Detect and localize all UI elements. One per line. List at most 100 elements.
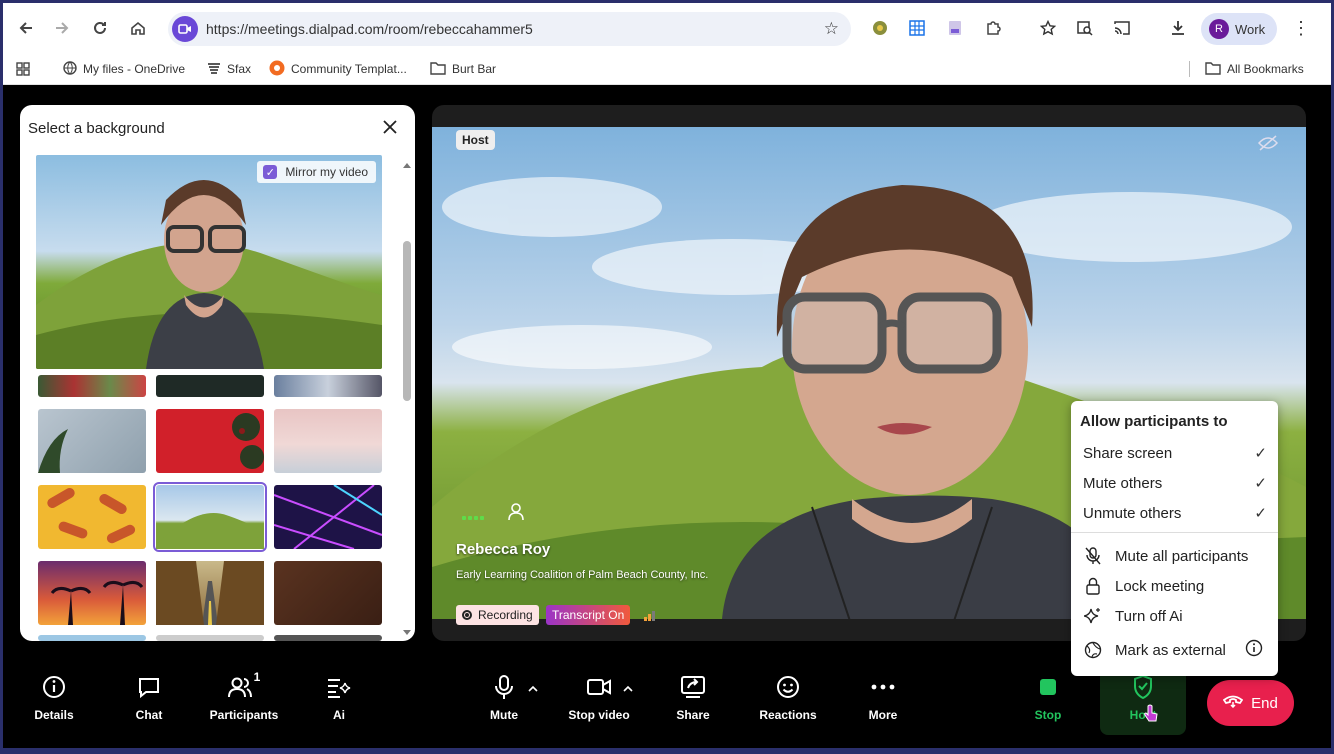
background-thumbnail[interactable] (38, 635, 146, 641)
participants-count: 1 (253, 670, 261, 684)
participants-label: Participants (209, 708, 279, 722)
mute-all-participants[interactable]: Mute all participants (1083, 543, 1269, 569)
end-call-button[interactable]: End (1207, 680, 1294, 726)
grid-extension-icon[interactable] (906, 17, 928, 39)
more-button[interactable]: More (843, 672, 923, 732)
panel-scrollbar[interactable] (403, 161, 411, 637)
details-button[interactable]: Details (14, 672, 94, 732)
background-thumbnail[interactable] (156, 375, 264, 397)
bookmark-sfax[interactable]: Sfax (207, 59, 251, 79)
bookmark-star-icon[interactable]: ☆ (824, 19, 839, 39)
mirror-label: Mirror my video (285, 165, 368, 179)
mark-as-external[interactable]: Mark as external (1083, 637, 1269, 663)
info-icon[interactable] (1245, 639, 1263, 661)
background-thumbnail[interactable] (273, 484, 383, 550)
forward-icon[interactable] (45, 11, 79, 45)
address-bar[interactable]: https://meetings.dialpad.com/room/rebecc… (168, 12, 851, 46)
close-icon[interactable] (383, 117, 397, 140)
puzzle-extensions-icon[interactable] (982, 17, 1004, 39)
folder-icon (430, 61, 446, 78)
checkbox-checked-icon: ✓ (263, 165, 278, 179)
hide-self-view-icon[interactable] (1257, 135, 1279, 156)
bookmark-community[interactable]: Community Templat... (269, 59, 407, 79)
back-icon[interactable] (9, 11, 43, 45)
extension-icon[interactable] (869, 17, 891, 39)
globe-icon (1083, 641, 1103, 659)
folder-icon (1205, 61, 1221, 78)
search-tab-icon[interactable] (1074, 17, 1096, 39)
background-thumbnail[interactable] (38, 375, 146, 397)
bookmarks-divider (1189, 61, 1190, 77)
info-icon (42, 672, 66, 702)
menu-item-label: Mark as external (1115, 641, 1226, 659)
meeting-area: Select a background ✓ Mirror my video Ho… (3, 87, 1331, 748)
bookmark-burt-bar[interactable]: Burt Bar (430, 59, 496, 79)
details-label: Details (34, 708, 74, 722)
background-panel-title: Select a background (28, 120, 165, 137)
scrollbar-thumb[interactable] (403, 241, 411, 401)
allow-unmute-others[interactable]: Unmute others ✓ (1083, 500, 1269, 526)
chevron-up-icon[interactable] (528, 684, 538, 696)
checkmark-icon: ✓ (1254, 505, 1267, 522)
turn-off-ai[interactable]: Turn off Ai (1083, 603, 1269, 629)
background-thumbnail[interactable] (274, 635, 382, 641)
stop-label: Stop (1034, 708, 1062, 722)
background-thumbnail[interactable] (274, 409, 382, 473)
background-thumbnail-selected[interactable] (153, 482, 267, 552)
background-thumbnail[interactable] (156, 409, 264, 473)
chat-button[interactable]: Chat (109, 672, 189, 732)
allow-mute-others[interactable]: Mute others ✓ (1083, 470, 1269, 496)
bookmark-label: Burt Bar (452, 62, 497, 76)
meeting-toolbar: Details Chat 1 Participants Ai Mute Stop… (3, 664, 1331, 748)
menu-divider (1071, 532, 1278, 533)
recording-badge: Recording (456, 605, 539, 625)
all-bookmarks-label: All Bookmarks (1227, 62, 1304, 76)
profile-avatar: R (1209, 19, 1229, 39)
apps-grid-icon[interactable] (15, 59, 31, 79)
participant-organization: Early Learning Coalition of Palm Beach C… (456, 569, 709, 581)
checkmark-icon: ✓ (1254, 445, 1267, 462)
chat-label: Chat (135, 708, 163, 722)
share-label: Share (676, 708, 710, 722)
background-thumbnail[interactable] (274, 561, 382, 625)
home-icon[interactable] (121, 11, 155, 45)
shield-check-icon (1132, 672, 1154, 702)
background-thumbnail[interactable] (38, 561, 146, 625)
community-icon (269, 60, 285, 79)
background-thumbnail[interactable] (156, 561, 264, 625)
mute-button[interactable]: Mute (464, 672, 544, 732)
ai-label: Ai (333, 708, 345, 722)
all-bookmarks[interactable]: All Bookmarks (1205, 59, 1304, 79)
host-badge: Host (456, 130, 495, 150)
share-button[interactable]: Share (653, 672, 733, 732)
background-thumbnail[interactable] (38, 409, 146, 473)
document-extension-icon[interactable] (944, 17, 966, 39)
download-icon[interactable] (1167, 17, 1189, 39)
mirror-video-checkbox[interactable]: ✓ Mirror my video (257, 161, 376, 183)
participants-icon: 1 (227, 670, 261, 702)
reload-icon[interactable] (83, 11, 117, 45)
stop-recording-button[interactable]: Stop (1008, 672, 1088, 732)
reactions-button[interactable]: Reactions (748, 672, 828, 732)
participants-button[interactable]: 1 Participants (204, 670, 284, 732)
lock-meeting[interactable]: Lock meeting (1083, 573, 1269, 599)
bookmark-onedrive[interactable]: My files - OneDrive (63, 59, 185, 79)
host-controls-inner: Host (1103, 672, 1183, 732)
menu-title: Allow participants to (1080, 413, 1228, 430)
background-thumbnail[interactable] (156, 635, 264, 641)
share-screen-icon (680, 672, 706, 702)
cast-icon[interactable] (1111, 17, 1133, 39)
background-thumbnail[interactable] (274, 375, 382, 397)
menu-item-label: Turn off Ai (1115, 607, 1183, 625)
profile-button[interactable]: R Work (1201, 13, 1277, 45)
reading-list-star-icon[interactable] (1037, 17, 1059, 39)
chevron-up-icon[interactable] (623, 684, 633, 696)
participant-name: Rebecca Roy (456, 541, 551, 558)
sparkle-icon (1083, 607, 1103, 625)
allow-share-screen[interactable]: Share screen ✓ (1083, 440, 1269, 466)
background-thumbnail[interactable] (38, 485, 146, 549)
ai-button[interactable]: Ai (299, 672, 379, 732)
stop-video-button[interactable]: Stop video (559, 672, 639, 732)
browser-menu-icon[interactable]: ⋮ (1290, 17, 1312, 39)
menu-item-label: Mute all participants (1115, 547, 1249, 565)
